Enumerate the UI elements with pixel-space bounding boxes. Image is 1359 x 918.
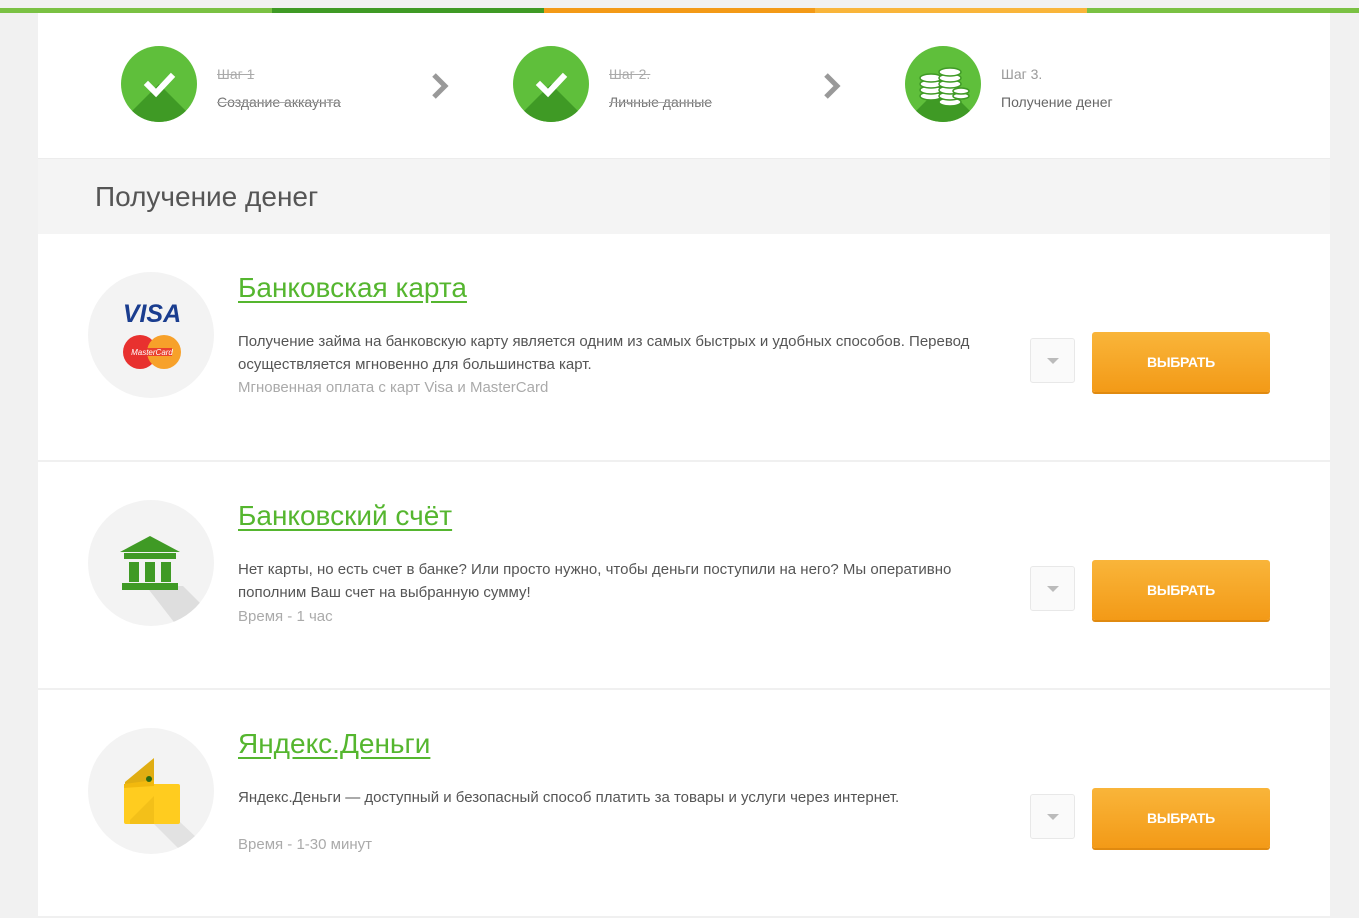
option-title-yandex-money[interactable]: Яндекс.Деньги [238,728,430,760]
chevron-down-icon [1047,814,1059,820]
steps-bar: Шаг 1 Создание аккаунта Шаг 2. Личные да… [38,13,1330,158]
chevron-down-icon [1047,586,1059,592]
select-button[interactable]: ВЫБРАТЬ [1092,560,1270,620]
section-header: Получение денег [38,158,1330,235]
expand-dropdown-button[interactable] [1030,794,1075,839]
select-button[interactable]: ВЫБРАТЬ [1092,332,1270,392]
option-note: Мгновенная оплата с карт Visa и MasterCa… [238,379,549,396]
step-1-text: Шаг 1 Создание аккаунта [217,60,341,116]
chevron-down-icon [1047,358,1059,364]
step-3-label: Шаг 3. [1001,66,1043,82]
chevron-right-icon [824,73,841,99]
option-bank-card: VISA MasterCard Банковская карта Получен… [38,234,1330,462]
svg-text:MasterCard: MasterCard [131,348,173,357]
option-title-bank-account[interactable]: Банковский счёт [238,500,452,532]
step-2: Шаг 2. Личные данные [513,46,843,126]
svg-text:VISA: VISA [123,300,181,328]
check-icon [121,46,197,122]
visa-mastercard-icon: VISA MasterCard [88,272,214,398]
step-3-text: Шаг 3. Получение денег [1001,60,1113,116]
option-description: Нет карты, но есть счет в банке? Или про… [238,561,952,601]
main-panel: Шаг 1 Создание аккаунта Шаг 2. Личные да… [38,13,1330,918]
expand-dropdown-button[interactable] [1030,566,1075,611]
bank-icon [88,500,214,626]
step-1-label: Шаг 1 [217,66,255,82]
option-description: Получение займа на банковскую карту явля… [238,333,970,373]
step-3: Шаг 3. Получение денег [905,46,1235,126]
option-bank-account: Банковский счёт Нет карты, но есть счет … [38,462,1330,690]
option-description: Яндекс.Деньги — доступный и безопасный с… [238,789,900,806]
coins-icon [905,46,981,122]
option-note: Время - 1-30 минут [238,836,372,853]
chevron-right-icon [432,73,449,99]
step-2-title: Личные данные [609,94,713,110]
option-note: Время - 1 час [238,608,333,625]
step-1-title: Создание аккаунта [217,94,341,110]
step-3-title: Получение денег [1001,94,1113,110]
section-title: Получение денег [95,181,319,212]
select-button[interactable]: ВЫБРАТЬ [1092,788,1270,848]
step-2-text: Шаг 2. Личные данные [609,60,712,116]
option-yandex-money: Яндекс.Деньги Яндекс.Деньги — доступный … [38,690,1330,918]
option-title-bank-card[interactable]: Банковская карта [238,272,467,304]
wallet-icon [88,728,214,854]
check-icon [513,46,589,122]
step-1: Шаг 1 Создание аккаунта [121,46,451,126]
expand-dropdown-button[interactable] [1030,338,1075,383]
step-2-label: Шаг 2. [609,66,651,82]
